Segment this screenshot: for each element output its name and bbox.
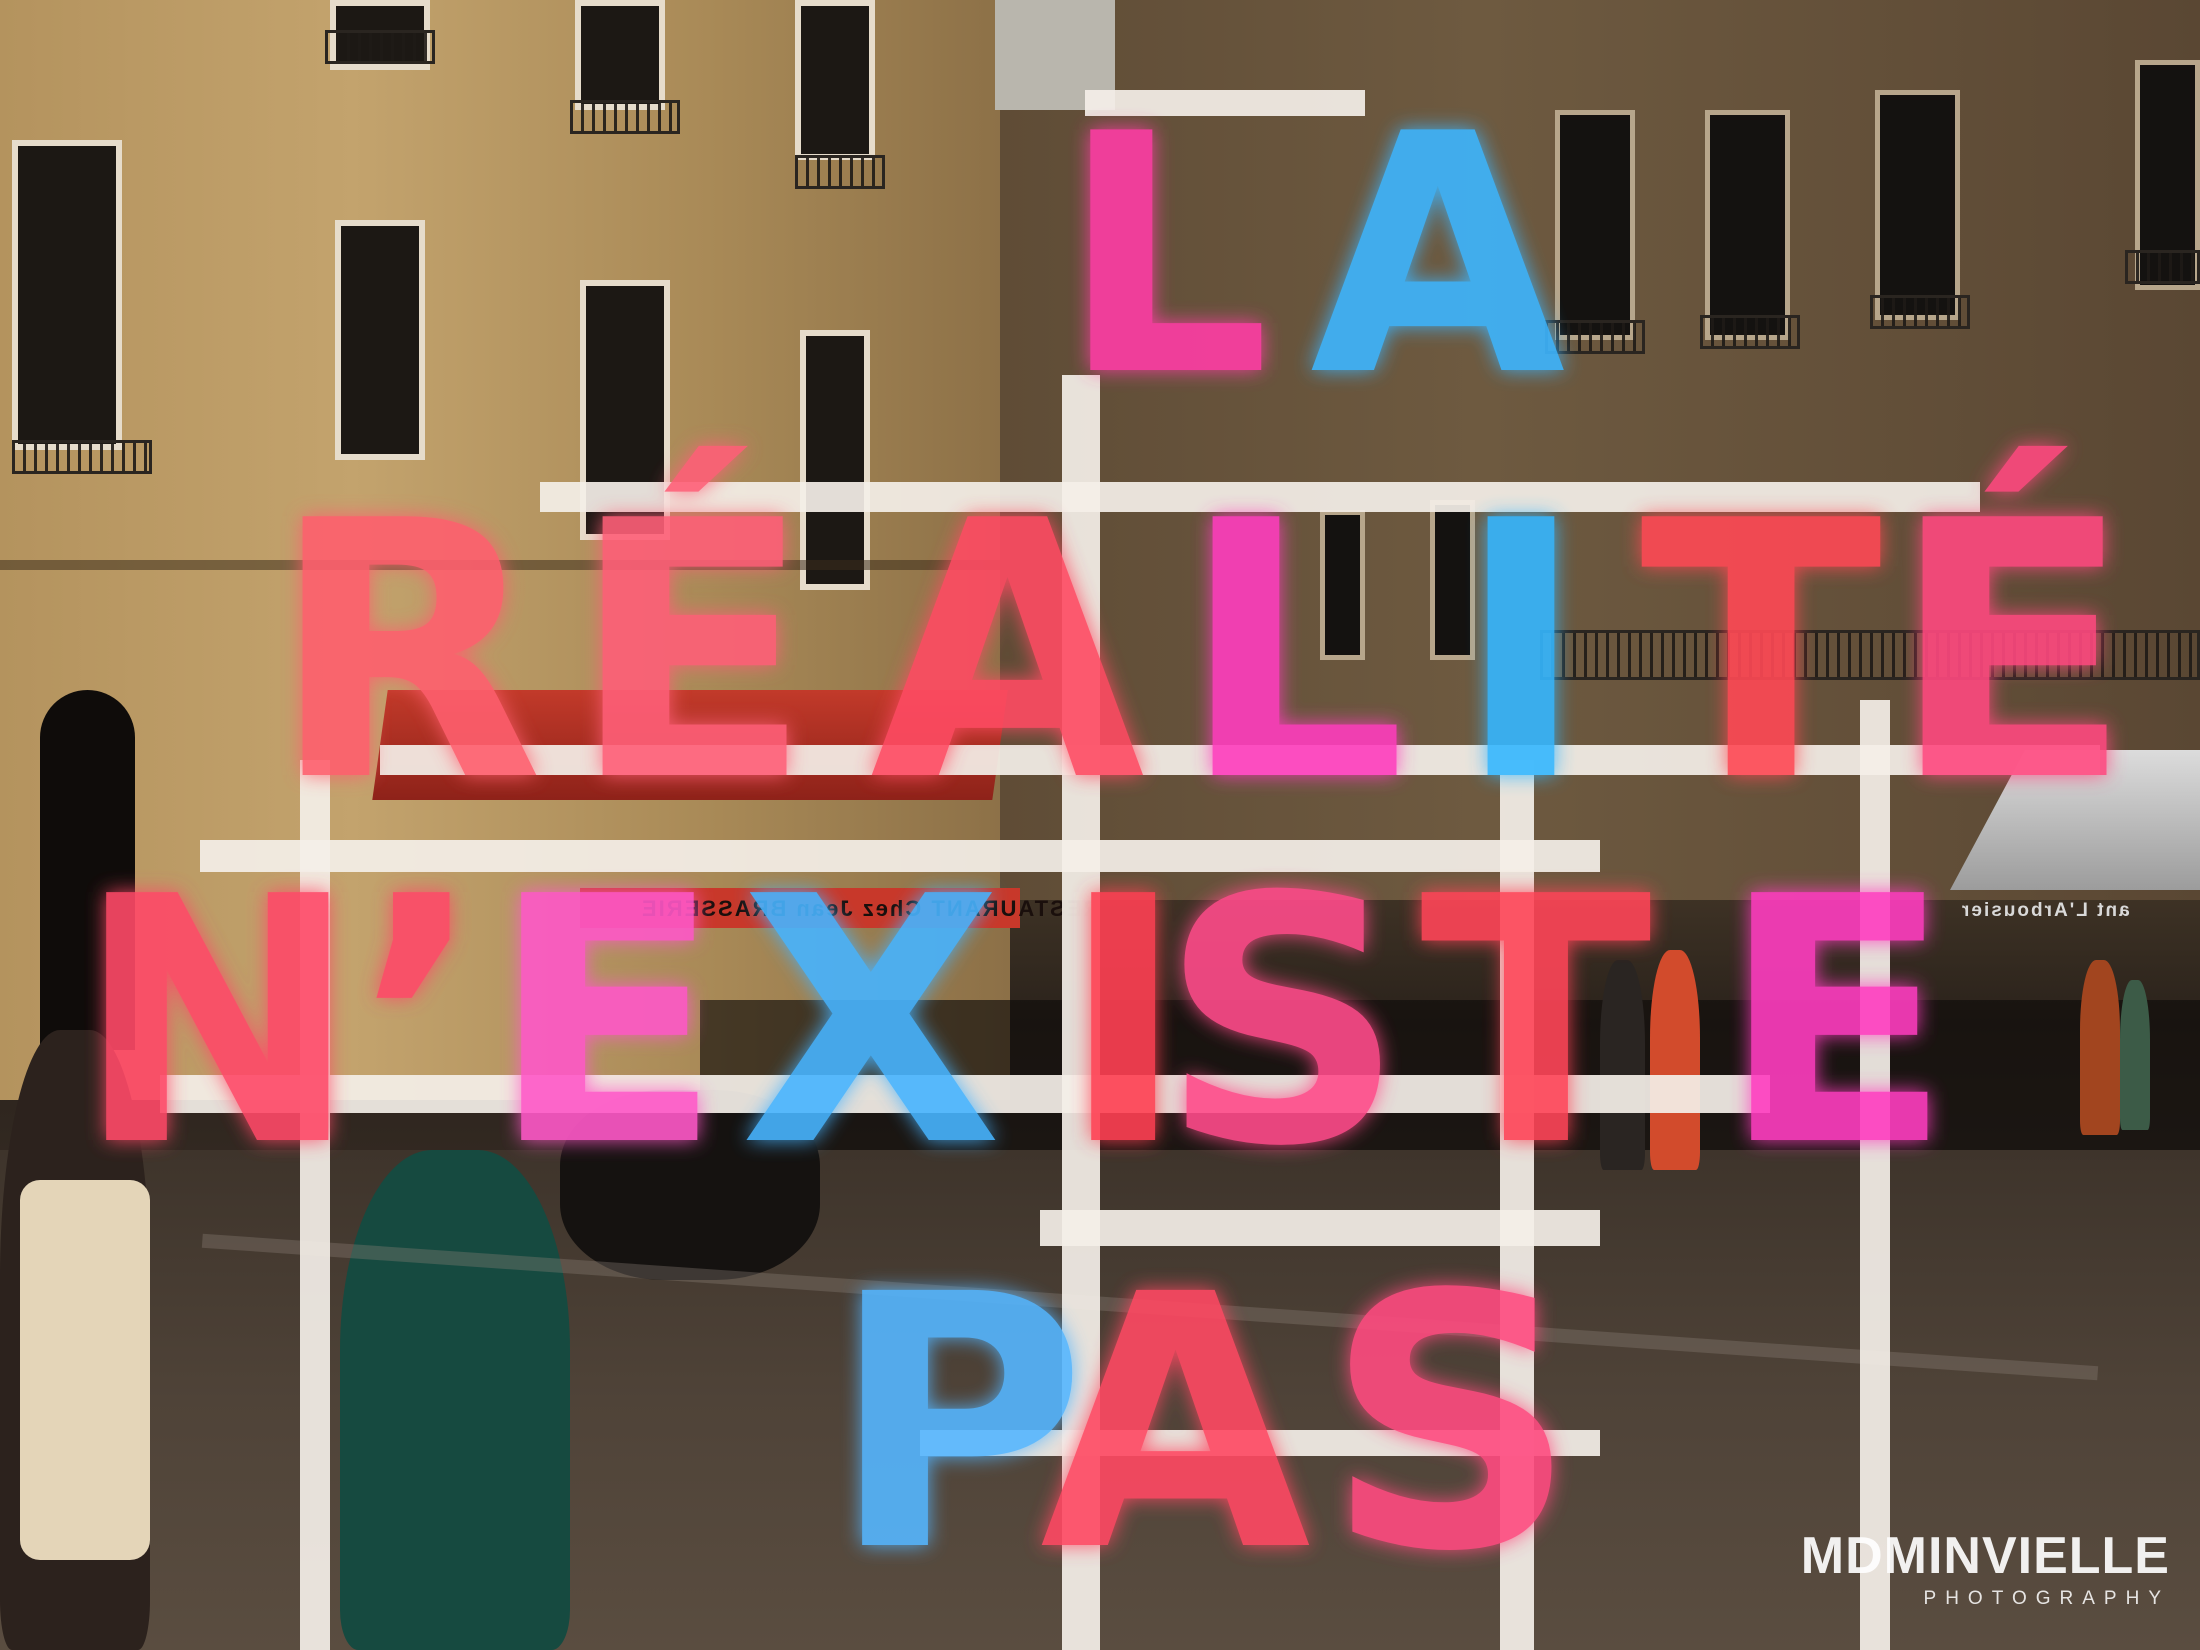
sign-letter-line2-6: É <box>1890 442 2133 859</box>
sign-letter-line3-1: ’ <box>355 825 484 1221</box>
neon-sign: L AR É A L I T ÉN’ E X IS T EPA S <box>75 64 2133 1628</box>
sign-letter-line1-1: A <box>1310 64 1568 448</box>
sign-letter-line3-7: E <box>1720 825 1952 1221</box>
sign-letter-line2-4: I <box>1455 445 1587 859</box>
sign-letter-line3-3: X <box>740 825 1002 1221</box>
photographer-watermark: MDMINVIELLE PHOTOGRAPHY <box>1801 1526 2170 1610</box>
sign-letter-line4-2: S <box>1325 1220 1577 1628</box>
sign-letter-line3-2: E <box>490 825 722 1221</box>
sign-letter-line1-0: L <box>1060 64 1270 448</box>
photo-scene: RESTAURANT Chez Jean BRASSERIE ant L'Arb… <box>0 0 2200 1650</box>
sign-letter-line2-0: R <box>270 445 543 859</box>
sign-letter-line3-0: N <box>75 825 360 1221</box>
sign-letter-line4-1: A <box>1040 1220 1313 1628</box>
watermark-subtitle: PHOTOGRAPHY <box>1923 1588 2170 1609</box>
watermark-name: MDMINVIELLE <box>1800 1527 2170 1585</box>
sign-letter-line2-2: A <box>870 445 1147 859</box>
sign-letter-line2-1: É <box>570 442 813 859</box>
sign-letter-line2-3: L <box>1180 445 1406 859</box>
sign-letter-line3-5: S <box>1160 825 1405 1221</box>
sign-letter-line2-5: T <box>1640 445 1884 859</box>
sign-letter-line3-6: T <box>1420 825 1654 1221</box>
